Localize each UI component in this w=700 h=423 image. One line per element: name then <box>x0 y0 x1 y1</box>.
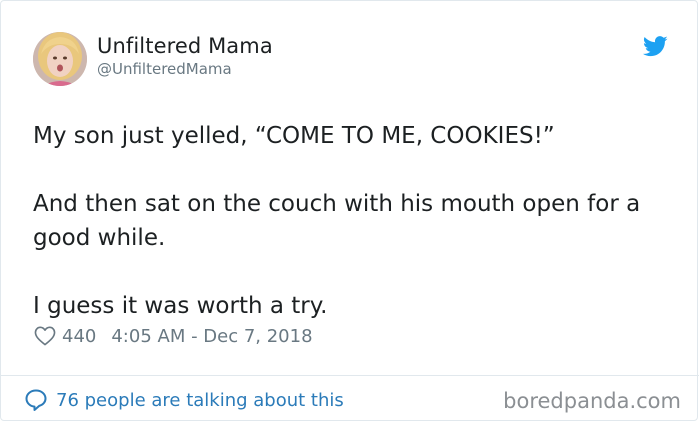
conversation-label: 76 people are talking about this <box>56 389 344 411</box>
tweet-meta: 440 4:05 AM - Dec 7, 2018 <box>34 323 313 349</box>
tweet-card: Unfiltered Mama @UnfilteredMama My son j… <box>0 0 699 421</box>
watermark: boredpanda.com <box>503 389 681 413</box>
footer-divider <box>1 375 699 376</box>
twitter-bird-icon[interactable] <box>643 36 668 57</box>
profile-photo <box>33 32 87 86</box>
speech-bubble-icon <box>25 389 47 411</box>
timestamp-link[interactable]: 4:05 AM - Dec 7, 2018 <box>111 326 312 347</box>
tweet-paragraph: My son just yelled, “COME TO ME, COOKIES… <box>33 123 555 149</box>
tweet-text: My son just yelled, “COME TO ME, COOKIES… <box>33 119 683 323</box>
avatar[interactable] <box>33 32 87 86</box>
tweet-paragraph: And then sat on the couch with his mouth… <box>33 191 648 251</box>
user-handle[interactable]: @UnfilteredMama <box>97 60 232 78</box>
display-name[interactable]: Unfiltered Mama <box>97 32 273 60</box>
like-count[interactable]: 440 <box>62 326 96 347</box>
tweet-paragraph: I guess it was worth a try. <box>33 293 328 319</box>
heart-icon[interactable] <box>34 326 56 346</box>
conversation-link[interactable]: 76 people are talking about this <box>24 387 344 413</box>
